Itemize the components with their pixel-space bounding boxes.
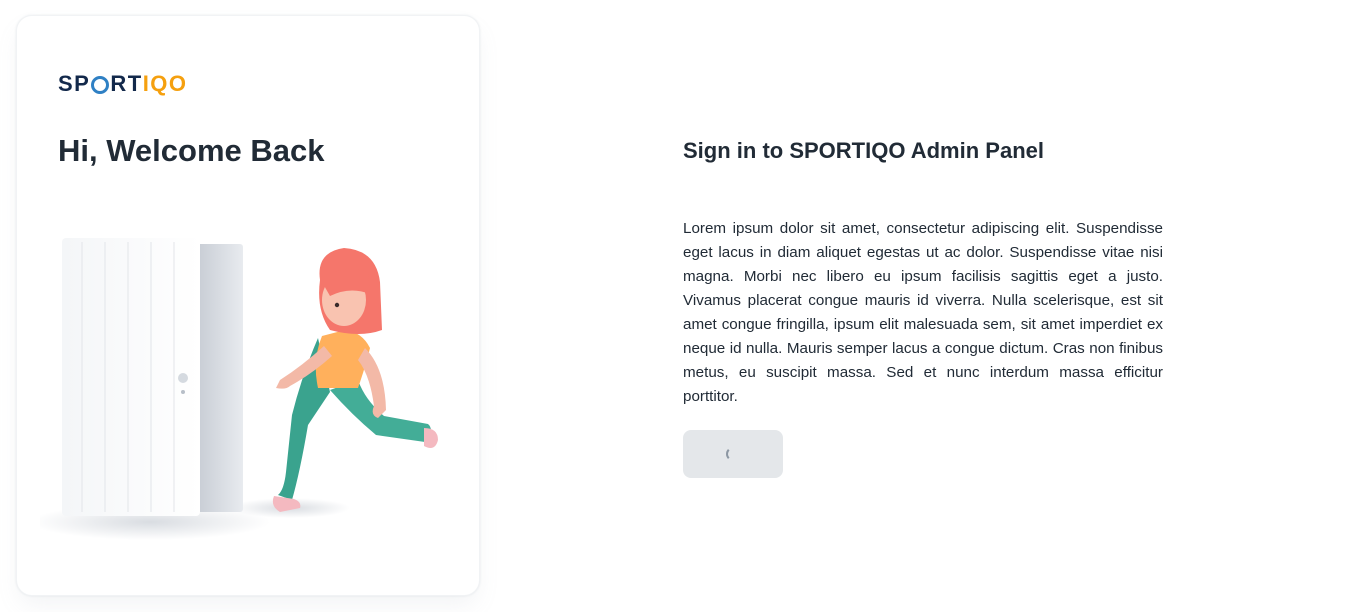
girl-running-out-of-door-illustration [40, 238, 438, 540]
signin-title: Sign in to SPORTIQO Admin Panel [683, 138, 1044, 163]
sportiqo-logo: SP RT IQO [58, 71, 188, 97]
signin-description: Lorem ipsum dolor sit amet, consectetur … [683, 220, 1163, 405]
spinner-icon [726, 447, 740, 461]
logo-text-middle: RT [110, 71, 143, 96]
welcome-heading: Hi, Welcome Back [58, 133, 325, 168]
logo-o-mark-icon [91, 76, 110, 94]
logo-text-start: SP [58, 71, 91, 96]
signin-button[interactable] [683, 430, 783, 478]
logo-text-end: IQO [142, 71, 188, 96]
